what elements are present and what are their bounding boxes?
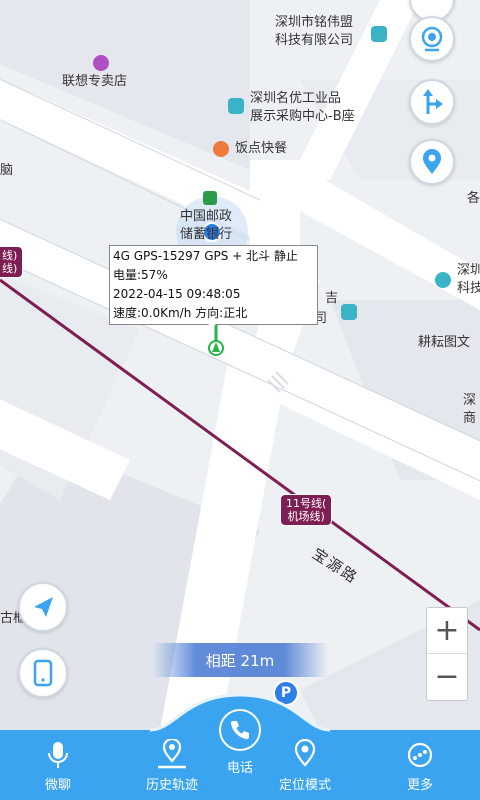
route-button[interactable] (409, 79, 455, 125)
poi-label: 深圳市铭伟盟 科技有限公司 (275, 15, 354, 48)
building-icon (371, 26, 387, 42)
history-track-icon (158, 739, 186, 769)
map-view[interactable]: 深圳市铭伟盟 科技有限公司 联想专卖店 深圳名优工业品 展示采购中心-B座 饭点… (0, 0, 480, 730)
shop-icon (93, 55, 109, 71)
camera-icon (421, 26, 443, 52)
distance-label: 相距 21m (205, 651, 275, 670)
nav-item-location-mode[interactable]: 定位模式 (260, 738, 350, 793)
locate-device-button[interactable] (409, 139, 455, 185)
battery-line: 电量:57% (113, 268, 168, 282)
poi-label: 联想专卖店 (62, 74, 128, 89)
poi-mingyou[interactable]: 深圳名优工业品 展示采购中心-B座 (250, 90, 355, 126)
building-icon (228, 98, 244, 114)
poi-nao: 脑 (0, 163, 14, 178)
poi-ge: 各 (467, 191, 480, 206)
post-office-icon (203, 191, 217, 205)
poi-shen-shang: 深 商 (463, 393, 477, 426)
camera-button[interactable] (409, 16, 455, 62)
more-icon (407, 742, 433, 768)
my-location-button[interactable] (18, 582, 68, 632)
call-button[interactable] (219, 709, 261, 751)
navigation-arrow-icon (34, 597, 53, 617)
distance-banner: 相距 21m (152, 643, 328, 677)
metro-line-label-left: 线) 线) (0, 246, 24, 278)
zoom-in-button[interactable]: + (427, 608, 467, 653)
microphone-icon (48, 742, 68, 768)
building-icon (435, 272, 451, 288)
nav-label: 历史轨迹 (145, 778, 198, 793)
nav-item-more[interactable]: 更多 (375, 738, 465, 793)
timestamp-line: 2022-04-15 09:48:05 (113, 287, 241, 301)
building-icon (341, 304, 357, 320)
nav-label: 定位模式 (278, 778, 331, 793)
device-status-line: 4G GPS-15297 GPS + 北斗 静止 (113, 249, 298, 263)
poi-right-sz: 深圳 科技 (457, 263, 480, 296)
nav-label: 更多 (406, 778, 433, 793)
nav-label: 微聊 (44, 778, 71, 793)
poi-ji: 吉 (325, 291, 339, 306)
phone-icon (230, 721, 249, 740)
popup-tail (206, 321, 218, 329)
metro-line-label: 11号线( 机场线) (280, 494, 333, 526)
route-icon (423, 89, 443, 114)
restaurant-icon (213, 141, 229, 157)
poi-fandian[interactable]: 饭点快餐 (235, 140, 287, 158)
poi-genyun: 耕耘图文 (418, 335, 471, 350)
nav-item-chat[interactable]: 微聊 (13, 738, 103, 793)
location-pin-icon (423, 149, 441, 174)
poi-bank[interactable]: 中国邮政 储蓄银行 (180, 208, 232, 244)
device-info-popup[interactable]: 4G GPS-15297 GPS + 北斗 静止 电量:57% 2022-04-… (109, 245, 318, 325)
poi-label: 饭点快餐 (235, 141, 288, 156)
zoom-control: + − (426, 607, 468, 701)
smartphone-icon (33, 659, 53, 687)
poi-mingwei[interactable]: 深圳市铭伟盟 科技有限公司 (275, 14, 353, 50)
poi-lenovo[interactable]: 联想专卖店 (62, 73, 127, 91)
location-mode-icon (294, 739, 316, 767)
